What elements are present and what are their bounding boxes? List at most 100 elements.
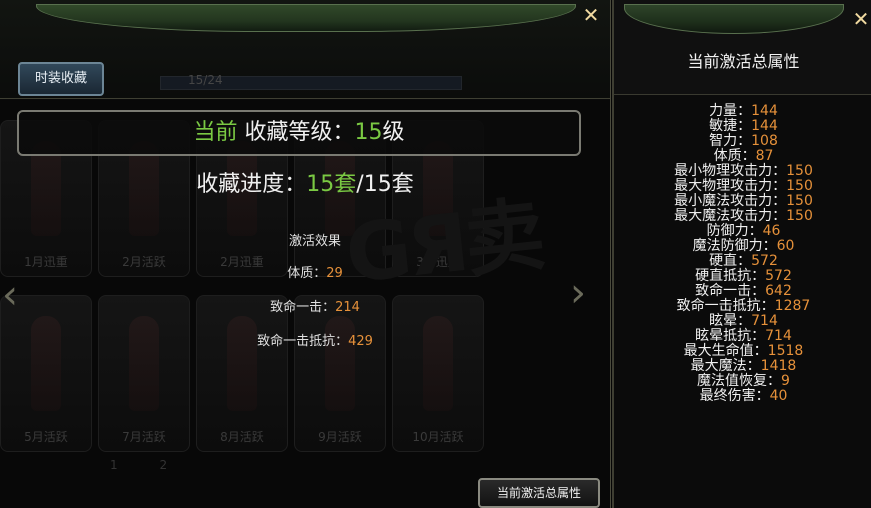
costume-label: 7月活跃 (122, 430, 166, 444)
pagination: 1 2 (110, 458, 205, 472)
attribute-label: 最大魔法： (690, 358, 761, 374)
attribute-label: 致命一击抵抗： (676, 298, 775, 314)
progress-label: 收藏进度： (196, 172, 307, 197)
level-unit: 级 (382, 120, 405, 145)
attribute-value: 714 (765, 328, 792, 344)
attribute-row: 最大魔法攻击力：150 (614, 209, 871, 224)
attribute-row: 最小魔法攻击力：150 (614, 194, 871, 209)
attribute-value: 572 (765, 268, 792, 284)
effect-row: 致命一击抵抗：429 (0, 330, 610, 349)
attribute-label: 魔法值恢复： (697, 373, 782, 389)
collection-progress: 收藏进度：15套/15套 (0, 166, 610, 198)
attribute-row: 最大生命值：1518 (614, 344, 871, 359)
page-number[interactable]: 2 (159, 458, 167, 472)
attribute-label: 硬直抵抗： (695, 268, 766, 284)
attribute-label: 眩晕抵抗： (695, 328, 766, 344)
attribute-row: 魔法防御力：60 (614, 239, 871, 254)
attribute-label: 力量： (709, 103, 752, 119)
title-banner (36, 4, 576, 32)
attribute-row: 智力：108 (614, 134, 871, 149)
attribute-value: 150 (786, 163, 813, 179)
attribute-list: 力量：144 敏捷：144 智力：108 体质：87 最小物理攻击力：150 最大物理攻击… (614, 104, 871, 404)
total-attributes-window: ✕ 当前激活总属性 力量：144 敏捷：144 智力：108 体质：87 最小物理攻击力… (612, 0, 871, 508)
collection-level-box: 当前 收藏等级：15级 (17, 110, 581, 156)
attribute-value: 150 (786, 193, 813, 209)
attribute-row: 致命一击抵抗：1287 (614, 299, 871, 314)
attribute-row: 眩晕：714 (614, 314, 871, 329)
collection-progress-ghost: 15/24 (188, 73, 223, 87)
attribute-value: 144 (751, 103, 778, 119)
costume-label: 5月活跃 (24, 430, 68, 444)
attribute-value: 60 (776, 238, 795, 254)
attribute-value: 1518 (767, 343, 804, 359)
attribute-row: 硬直抵抗：572 (614, 269, 871, 284)
attribute-value: 9 (781, 373, 790, 389)
attribute-value: 144 (751, 118, 778, 134)
costume-card[interactable]: 8月活跃 (196, 295, 288, 452)
attribute-row: 魔法值恢复：9 (614, 374, 871, 389)
title-banner (624, 4, 844, 34)
attribute-row: 最终伤害：40 (614, 389, 871, 404)
attribute-label: 致命一击： (695, 283, 766, 299)
close-icon[interactable]: ✕ (850, 8, 871, 30)
attribute-label: 最大魔法攻击力： (674, 208, 787, 224)
effect-value: 429 (348, 334, 373, 349)
attribute-label: 最小物理攻击力： (674, 163, 787, 179)
costume-label: 10月活跃 (412, 430, 464, 444)
costume-card[interactable]: 10月活跃 (392, 295, 484, 452)
effect-label: 体质： (287, 266, 327, 281)
attribute-label: 最终伤害： (699, 388, 770, 404)
effect-title: 激活效果 (288, 234, 341, 249)
collection-titlebar: 15/24 ✕ 时装收藏 (0, 0, 610, 99)
level-label: 收藏等级： (244, 120, 355, 145)
attribute-row: 敏捷：144 (614, 119, 871, 134)
effect-value: 214 (335, 300, 360, 315)
level-value: 15 (354, 120, 383, 145)
attribute-label: 防御力： (706, 223, 763, 239)
attribute-label: 体质： (713, 148, 756, 164)
attribute-value: 150 (786, 178, 813, 194)
collection-window: 15/24 ✕ 时装收藏 1月迅重 2月活跃 2月迅重 3月迅重 5月活跃 7月活跃 8月活… (0, 0, 611, 508)
attribute-label: 最大生命值： (683, 343, 768, 359)
attribute-row: 最小物理攻击力：150 (614, 164, 871, 179)
attribute-row: 最大魔法：1418 (614, 359, 871, 374)
close-icon[interactable]: ✕ (580, 4, 602, 26)
attribute-label: 魔法防御力： (692, 238, 777, 254)
attribute-value: 714 (751, 313, 778, 329)
effect-label: 致命一击： (270, 300, 336, 315)
total-attributes-title: 当前激活总属性 (687, 52, 800, 71)
attribute-value: 1418 (760, 358, 797, 374)
costume-card[interactable]: 9月活跃 (294, 295, 386, 452)
attribute-value: 150 (786, 208, 813, 224)
attribute-row: 力量：144 (614, 104, 871, 119)
page-number[interactable]: 1 (110, 458, 118, 472)
effect-row: 致命一击：214 (0, 296, 610, 315)
total-attributes-titlebar: ✕ 当前激活总属性 (614, 0, 871, 95)
attribute-row: 最大物理攻击力：150 (614, 179, 871, 194)
attribute-row: 防御力：46 (614, 224, 871, 239)
attribute-value: 87 (755, 148, 774, 164)
attribute-value: 46 (762, 223, 781, 239)
level-prefix: 当前 (193, 120, 238, 145)
attribute-label: 眩晕： (709, 313, 752, 329)
effect-label: 致命一击抵抗： (257, 334, 349, 349)
attribute-label: 敏捷： (709, 118, 752, 134)
costume-label: 8月活跃 (220, 430, 264, 444)
attribute-label: 最大物理攻击力： (674, 178, 787, 194)
attribute-label: 智力： (709, 133, 752, 149)
attribute-value: 108 (751, 133, 778, 149)
attribute-row: 眩晕抵抗：714 (614, 329, 871, 344)
attribute-row: 体质：87 (614, 149, 871, 164)
attribute-row: 致命一击：642 (614, 284, 871, 299)
costume-card[interactable]: 7月活跃 (98, 295, 190, 452)
costume-label: 9月活跃 (318, 430, 362, 444)
effect-row: 体质：29 (0, 262, 610, 281)
attribute-value: 572 (751, 253, 778, 269)
attribute-value: 1287 (774, 298, 811, 314)
total-attributes-button[interactable]: 当前激活总属性 (478, 478, 600, 508)
progress-total: /15套 (356, 172, 414, 197)
attribute-value: 40 (769, 388, 788, 404)
tab-fashion-collection[interactable]: 时装收藏 (18, 62, 104, 96)
attribute-row: 硬直：572 (614, 254, 871, 269)
effect-value: 29 (326, 266, 343, 281)
